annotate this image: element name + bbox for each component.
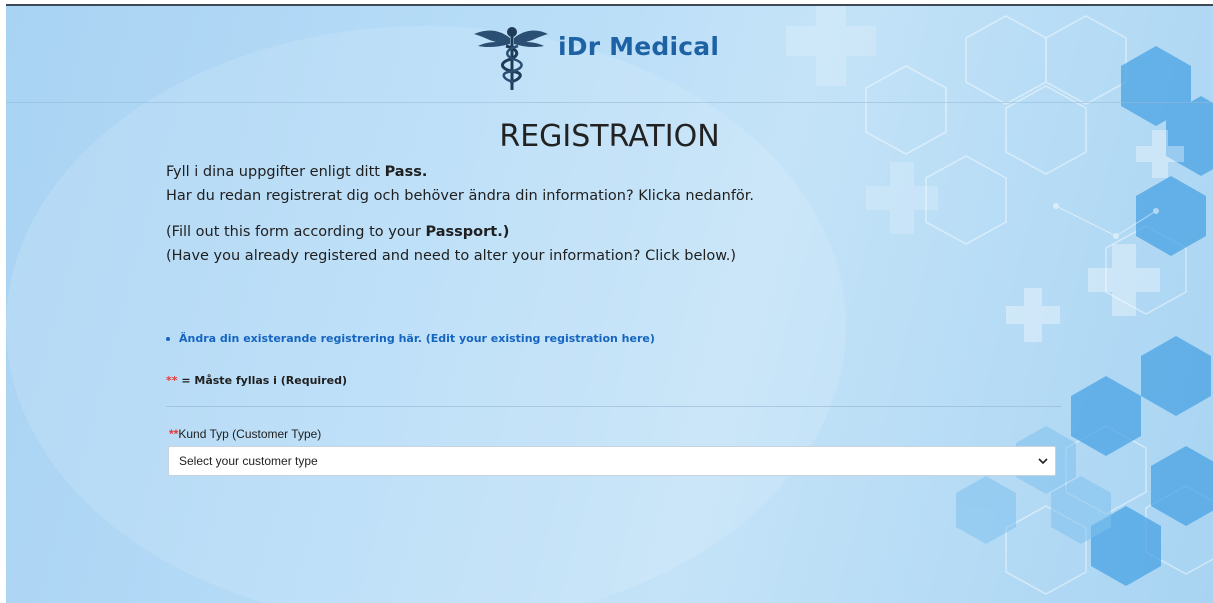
page-title: REGISTRATION [499,119,720,154]
bullet-icon [166,336,170,341]
intro-line-3: (Fill out this form according to your Pa… [166,220,1066,244]
page: iDr Medical REGISTRATION Fyll i dina upp… [0,0,1213,603]
required-note: ** = Måste fyllas i (Required) [166,374,347,387]
required-note-text: = Måste fyllas i (Required) [177,374,347,387]
site-header: iDr Medical [6,6,1213,103]
customer-type-label: **Kund Typ (Customer Type) [169,427,321,441]
intro-line-1-text: Fyll i dina uppgifter enligt ditt [166,164,385,180]
customer-type-selected-value: Select your customer type [179,454,318,468]
intro-text: Fyll i dina uppgifter enligt ditt Pass. … [166,160,1066,268]
chevron-down-icon [1038,458,1048,465]
customer-type-label-text: Kund Typ (Customer Type) [178,427,322,441]
required-mark: ** [166,374,178,387]
intro-line-4: (Have you already registered and need to… [166,248,737,264]
brand-name: iDr Medical [558,32,720,61]
intro-line-1-bold: Pass. [384,164,428,180]
intro-line-1: Fyll i dina uppgifter enligt ditt Pass. [166,160,1066,184]
customer-type-required-mark: ** [169,427,179,441]
divider [166,406,1061,407]
intro-line-3-text: (Fill out this form according to your [166,224,426,240]
caduceus-icon [474,27,548,90]
edit-registration-item: Ändra din existerande registrering här. … [166,332,655,345]
customer-type-select[interactable]: Select your customer type [168,446,1056,476]
intro-line-2: Har du redan registrerat dig och behöver… [166,188,755,204]
intro-line-3-bold: Passport.) [425,224,510,240]
edit-registration-link[interactable]: Ändra din existerande registrering här. … [179,332,655,345]
brand-logo[interactable]: iDr Medical [472,20,719,92]
browser-viewport: iDr Medical REGISTRATION Fyll i dina upp… [6,4,1213,603]
